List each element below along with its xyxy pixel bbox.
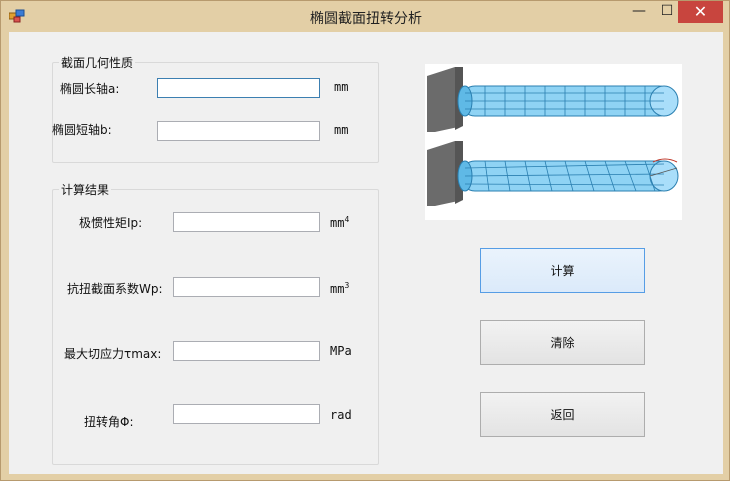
- twist-angle-output[interactable]: [173, 404, 320, 424]
- axis-b-label: 椭圆短轴b:: [52, 123, 112, 137]
- twist-angle-label: 扭转角Φ:: [84, 415, 134, 429]
- max-shear-unit: MPa: [330, 344, 352, 358]
- twist-angle-unit: rad: [330, 408, 352, 422]
- lower-shaft-figure: [427, 141, 679, 206]
- torsion-illustration: [425, 64, 682, 220]
- axis-b-unit: mm: [334, 123, 349, 137]
- axis-a-unit: mm: [334, 80, 349, 94]
- polar-moment-label: 极惯性矩Ip:: [79, 216, 143, 230]
- axis-b-input[interactable]: [157, 121, 320, 141]
- window-title: 椭圆截面扭转分析: [310, 11, 422, 27]
- back-button[interactable]: 返回: [480, 392, 645, 437]
- section-modulus-unit: mm3: [330, 281, 350, 296]
- axis-a-label: 椭圆长轴a:: [60, 82, 120, 96]
- minimize-button[interactable]: —: [625, 1, 653, 23]
- calculate-button[interactable]: 计算: [480, 248, 645, 293]
- section-modulus-label: 抗扭截面系数Wp:: [67, 282, 163, 296]
- max-shear-output[interactable]: [173, 341, 320, 361]
- geometry-group-legend: 截面几何性质: [59, 54, 136, 71]
- close-icon: ✕: [693, 2, 708, 21]
- section-modulus-output[interactable]: [173, 277, 320, 297]
- minimize-icon: —: [632, 3, 646, 19]
- max-shear-label: 最大切应力τmax:: [64, 347, 162, 361]
- axis-a-input[interactable]: [157, 78, 320, 98]
- results-group-legend: 计算结果: [59, 181, 112, 198]
- title-bar[interactable]: 椭圆截面扭转分析 — ☐ ✕: [1, 1, 730, 32]
- maximize-button[interactable]: ☐: [653, 1, 681, 23]
- polar-moment-output[interactable]: [173, 212, 320, 232]
- close-button[interactable]: ✕: [678, 1, 723, 23]
- maximize-icon: ☐: [660, 3, 674, 19]
- main-window: 椭圆截面扭转分析 — ☐ ✕ 截面几何性质 椭圆长轴a: mm 椭圆短轴b: m…: [0, 0, 730, 481]
- clear-button[interactable]: 清除: [480, 320, 645, 365]
- polar-moment-unit: mm4: [330, 215, 350, 230]
- upper-shaft-figure: [427, 67, 679, 132]
